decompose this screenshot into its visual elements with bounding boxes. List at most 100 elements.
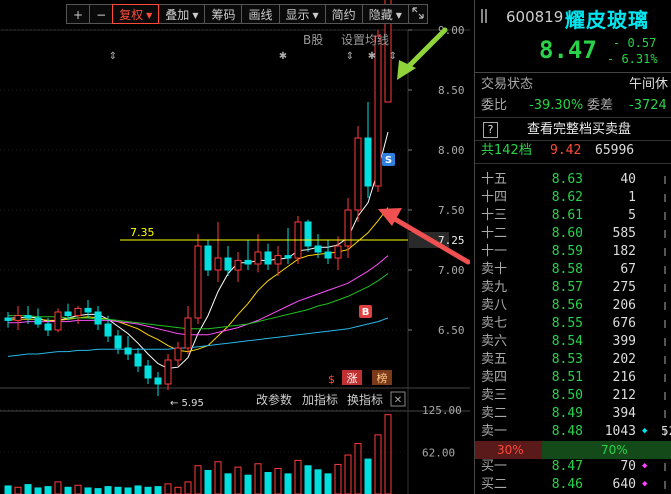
depth-bar <box>664 302 666 310</box>
levels-volume: 65996 <box>595 143 635 158</box>
toolbar-button-label: 叠加 <box>165 8 190 22</box>
level-price: 8.54 <box>551 334 583 349</box>
volume-bar <box>74 484 82 494</box>
volume-bar <box>304 465 312 494</box>
level-volume: 640 <box>612 477 636 492</box>
levels-row: 共142档 9.42 65996 <box>475 141 671 161</box>
ask-row[interactable]: 卖一 8.48 1043 ◆ <box>475 422 671 441</box>
caret-down-icon: ▼ <box>146 11 153 20</box>
toolbar-button-0[interactable]: + <box>66 4 91 24</box>
level-label: 十五 <box>481 172 508 187</box>
ask-row[interactable]: 卖九 8.57 275 <box>475 278 671 297</box>
toolbar-button-1[interactable]: − <box>89 4 114 24</box>
level-price: 8.49 <box>551 406 583 421</box>
full-book-link[interactable]: 查看完整档买卖盘 <box>527 120 631 140</box>
level-label: 十二 <box>481 226 508 241</box>
ask-row[interactable]: 十一 8.59 182 <box>475 242 671 261</box>
ask-row[interactable]: 十四 8.62 1 <box>475 188 671 207</box>
toolbar-button-3[interactable]: 叠加 ▼ <box>158 4 206 24</box>
pause-icon[interactable] <box>481 9 487 23</box>
level-price: 8.55 <box>551 316 583 331</box>
candle-body <box>44 323 52 331</box>
level-price: 8.61 <box>551 208 583 223</box>
expand-icon[interactable] <box>407 4 428 24</box>
y-tick-label: 7.00 <box>438 264 465 277</box>
event-marker: ✱ <box>368 51 376 62</box>
last-price: 8.47 <box>539 36 597 64</box>
level-price: 8.59 <box>551 244 583 259</box>
candle-body <box>114 335 122 349</box>
y-tick-label: 8.50 <box>438 84 465 97</box>
volume-bar <box>64 486 72 494</box>
candle-body <box>364 137 372 187</box>
ratio-label: 委比 <box>481 98 508 113</box>
toolbar-button-6[interactable]: 显示 ▼ <box>278 4 326 24</box>
ask-row[interactable]: 卖三 8.50 212 <box>475 386 671 405</box>
help-icon[interactable]: ? <box>483 122 498 138</box>
price-change-pct: - 6.31% <box>607 52 658 66</box>
ask-row[interactable]: 卖二 8.49 394 <box>475 404 671 423</box>
volume-bar <box>194 465 202 494</box>
volume-bar <box>344 454 352 494</box>
trade-status-value: 午间休 <box>629 77 669 92</box>
ask-row[interactable]: 卖六 8.54 399 <box>475 332 671 351</box>
toolbar-button-7[interactable]: 简约 <box>324 4 363 24</box>
stock-name[interactable]: 耀皮玻璃 <box>565 4 649 33</box>
ask-row[interactable]: 十五 8.63 40 <box>475 170 671 189</box>
depth-bar <box>664 320 666 328</box>
candle-body <box>264 251 272 265</box>
level-price: 8.57 <box>551 280 583 295</box>
candle-body <box>354 137 362 211</box>
depth-bar <box>664 374 666 382</box>
diff-label: 委差 <box>587 98 614 113</box>
toolbar-button-label: 隐藏 <box>368 8 393 22</box>
toolbar-button-label: + <box>73 8 84 22</box>
ask-row[interactable]: 十三 8.61 5 <box>475 206 671 225</box>
ask-row[interactable]: 十二 8.60 585 <box>475 224 671 243</box>
candle-body <box>144 365 152 379</box>
candle-body <box>54 311 62 331</box>
ma-setting-link: 设置均线 <box>341 33 389 47</box>
toolbar-button-2[interactable]: 复权 ▼ <box>112 4 160 24</box>
volume-bar <box>124 487 132 494</box>
toolbar-button-5[interactable]: 画线 <box>241 4 280 24</box>
candle-body <box>314 245 322 253</box>
level-price: 8.47 <box>551 459 583 474</box>
volume-bar <box>244 474 252 494</box>
depth-bar <box>664 410 666 418</box>
ask-row[interactable]: 卖四 8.51 216 <box>475 368 671 387</box>
switch-indicator-button[interactable]: 换指标 <box>347 392 383 407</box>
ask-row[interactable]: 卖五 8.53 202 <box>475 350 671 369</box>
ask-row[interactable]: 卖十 8.58 67 <box>475 260 671 279</box>
candle-body <box>24 315 32 319</box>
kline-chart-panel[interactable]: 9.00 8.50 8.00 7.50 7.00 6.50 125.00 62.00 B股设… <box>0 0 470 494</box>
toolbar-button-4[interactable]: 筹码 <box>204 4 243 24</box>
level-label: 卖五 <box>481 352 508 367</box>
volume-y-tick-label: 62.00 <box>422 446 455 459</box>
ask-row[interactable]: 卖八 8.56 206 <box>475 296 671 315</box>
volume-bar <box>134 485 142 494</box>
add-indicator-button[interactable]: 加指标 <box>302 392 338 407</box>
candle-body <box>304 221 312 247</box>
toolbar-button-label: 显示 <box>285 8 310 22</box>
bid-row[interactable]: 买二 8.46 640 ◆ <box>475 475 671 494</box>
volume-bar <box>44 486 52 494</box>
toolbar-button-label: − <box>96 8 107 22</box>
candle-body <box>244 259 252 265</box>
volume-bar <box>184 481 192 494</box>
candle-body <box>14 315 22 321</box>
toolbar-button-8[interactable]: 隐藏 ▼ <box>361 4 409 24</box>
list-badge: 榜 <box>377 371 388 385</box>
ask-row[interactable]: 卖七 8.55 676 <box>475 314 671 333</box>
full-book-row[interactable]: ? 查看完整档买卖盘 <box>475 120 671 140</box>
order-marker-icon: ◆ <box>642 426 648 436</box>
volume-bar <box>144 486 152 494</box>
horizontal-line-label: 7.35 <box>130 226 155 239</box>
kline-chart[interactable]: 9.008.508.007.507.006.50 125.0062.00 B股设… <box>0 0 470 494</box>
candle-body <box>64 311 72 317</box>
level-price: 8.60 <box>551 226 583 241</box>
change-params-button[interactable]: 改参数 <box>256 392 292 407</box>
candle-body <box>4 317 12 321</box>
bid-row[interactable]: 买一 8.47 70 ◆ <box>475 457 671 476</box>
level-label: 十三 <box>481 208 508 223</box>
